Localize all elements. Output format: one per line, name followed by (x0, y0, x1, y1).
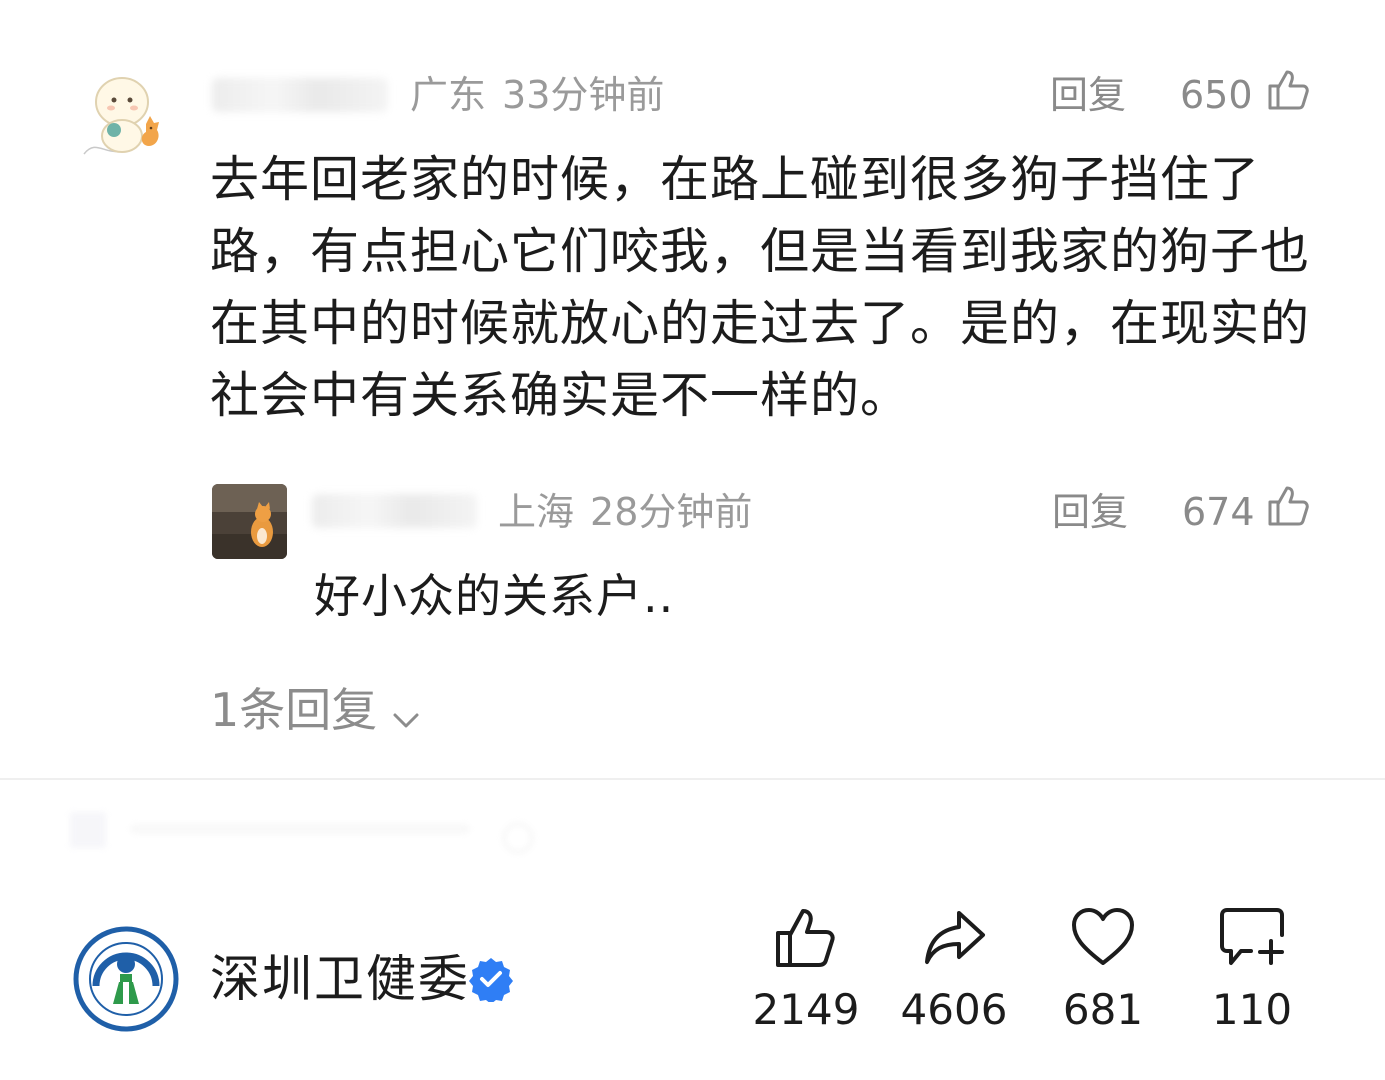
comment-thread-page: 广东 33分钟前 回复 650 去年回老家的时候，在路上碰到很多狗子挡住了路，有点… (0, 0, 1385, 1080)
favorite-count: 681 (1062, 985, 1144, 1034)
comment-like-count: 650 (1180, 73, 1253, 117)
comment-button[interactable]: 110 (1192, 905, 1312, 1035)
comment-add-icon (1220, 908, 1284, 965)
expand-replies-label: 1条回复 (210, 683, 378, 737)
account-name[interactable]: 深圳卫健委 (210, 948, 470, 1010)
share-arrow-icon (925, 911, 985, 964)
chevron-down-icon (391, 686, 421, 742)
reply-username-redacted[interactable] (312, 494, 477, 528)
post-like-button[interactable]: 2149 (746, 905, 866, 1035)
commenter-avatar[interactable] (78, 66, 178, 166)
health-commission-logo-icon (73, 926, 179, 1032)
comment-body: 去年回老家的时候，在路上碰到很多狗子挡住了路，有点担心它们咬我，但是当看到我家的… (210, 151, 1311, 424)
reply-location: 上海 (498, 490, 575, 534)
post-like-count: 2149 (752, 985, 860, 1034)
cartoon-avatar-icon (83, 77, 159, 155)
thumbs-up-icon[interactable] (1266, 484, 1310, 528)
reply-body: 好小众的关系户.. (314, 569, 675, 623)
reply-button[interactable]: 回复 (1050, 71, 1126, 119)
comment-location: 广东 (410, 73, 487, 117)
expand-replies-button[interactable]: 1条回复 (210, 682, 421, 742)
comment-meta: 广东 33分钟前 (410, 71, 664, 119)
favorite-button[interactable]: 681 (1043, 905, 1163, 1035)
thumbs-up-icon[interactable] (1266, 68, 1310, 112)
account-logo[interactable] (73, 926, 179, 1032)
share-count: 4606 (900, 985, 1008, 1034)
reply-to-reply-button[interactable]: 回复 (1052, 488, 1128, 536)
reply-time: 28分钟前 (590, 490, 753, 534)
thumbs-up-icon (776, 909, 835, 967)
comment-time: 33分钟前 (502, 73, 665, 117)
verified-badge-icon (468, 956, 514, 1004)
reply-avatar[interactable] (212, 484, 287, 559)
comment-count: 110 (1211, 985, 1293, 1034)
username-redacted[interactable] (212, 78, 388, 112)
reply-like-count: 674 (1182, 490, 1255, 534)
faded-background-row (70, 808, 550, 858)
heart-icon (1072, 908, 1134, 965)
section-divider (0, 778, 1385, 780)
reply-meta: 上海 28分钟前 (498, 488, 752, 536)
share-button[interactable]: 4606 (894, 905, 1014, 1035)
cat-photo-icon (212, 484, 287, 559)
